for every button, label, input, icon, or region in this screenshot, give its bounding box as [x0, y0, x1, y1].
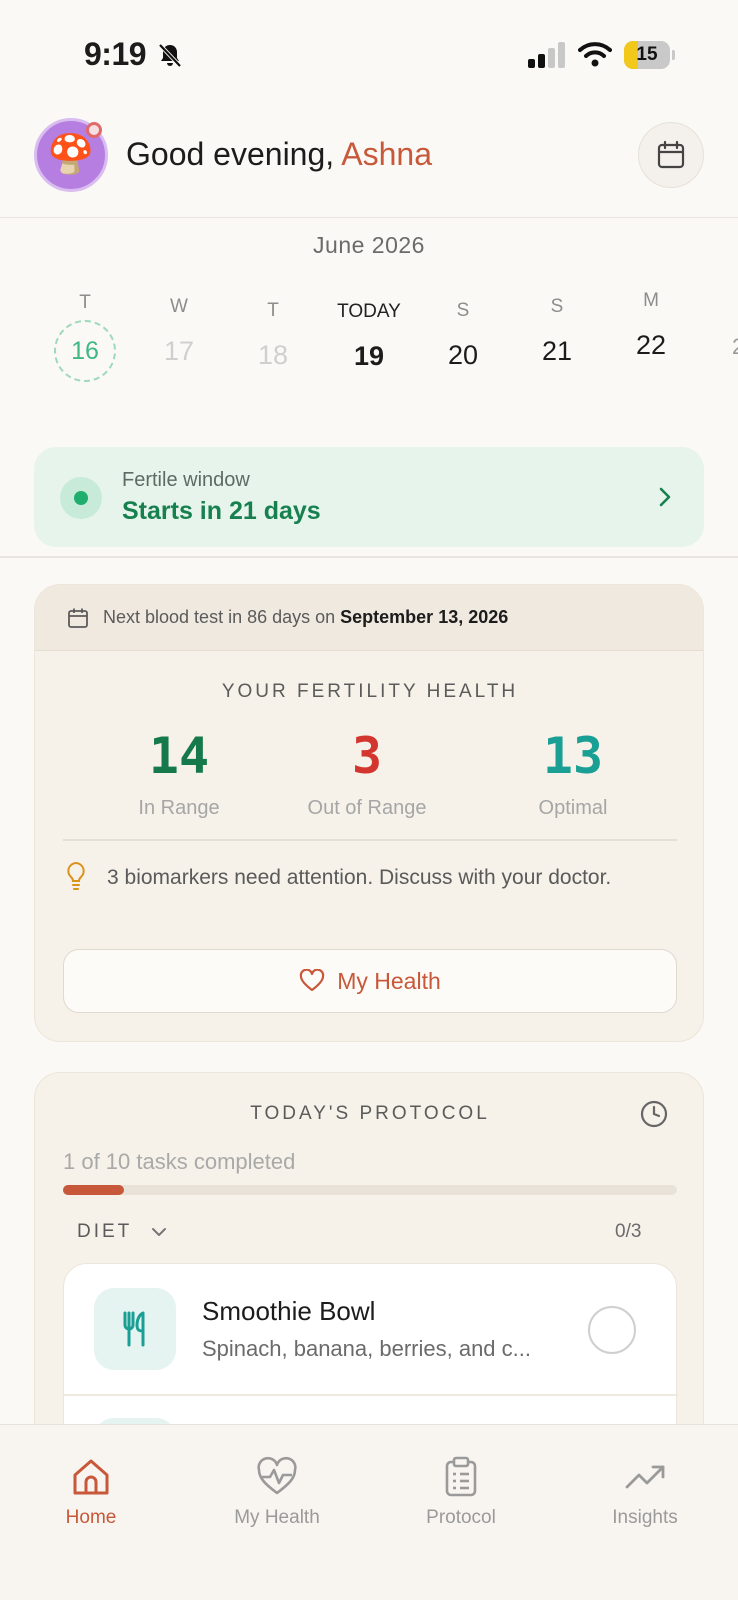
weekday-label: S	[456, 300, 470, 321]
utensils-icon	[94, 1288, 176, 1370]
home-icon	[73, 1459, 109, 1495]
day-number: 18	[257, 340, 289, 370]
fertile-window-value: Starts in 21 days	[122, 497, 321, 525]
clock-icon[interactable]	[639, 1099, 669, 1129]
fertile-window-label: Fertile window	[122, 469, 250, 491]
diet-section-count: 0/3	[615, 1221, 642, 1242]
clipboard-icon	[445, 1456, 477, 1497]
blood-test-date: September 13, 2026	[340, 607, 509, 627]
chevron-down-icon[interactable]	[151, 1225, 167, 1239]
status-bar: 9:19 15	[0, 0, 738, 110]
attention-text: 3 biomarkers need attention. Discuss wit…	[107, 866, 612, 889]
tab-my-health[interactable]: My Health	[202, 1455, 352, 1529]
heart-pulse-icon	[257, 1456, 297, 1495]
my-health-button-label: My Health	[337, 967, 441, 994]
tab-protocol[interactable]: Protocol	[386, 1455, 536, 1529]
lightbulb-icon	[67, 861, 85, 890]
tab-insights[interactable]: Insights	[570, 1455, 720, 1529]
cellular-signal-icon	[528, 42, 565, 68]
trending-up-icon	[625, 1465, 665, 1489]
blood-test-prefix: Next blood test in 86 days on	[103, 607, 341, 627]
tab-bar: Home My Health Protocol Insights	[0, 1424, 738, 1600]
fertile-window-card[interactable]: Fertile window Starts in 21 days	[34, 447, 704, 547]
weekday-label: M	[643, 290, 659, 311]
battery-level: 15	[636, 44, 658, 65]
metric-label: Optimal	[538, 797, 608, 819]
tab-home[interactable]: Home	[16, 1455, 166, 1529]
day-number: 19	[353, 341, 385, 371]
calendar-day-18[interactable]: T 18	[228, 300, 318, 371]
battery-indicator: 15	[624, 41, 676, 69]
divider	[63, 839, 677, 841]
heart-icon	[300, 969, 325, 992]
status-time: 9:19	[84, 36, 147, 72]
blood-test-text: Next blood test in 86 days on September …	[103, 607, 508, 628]
calendar-day-21[interactable]: S 21	[512, 296, 602, 367]
task-title: Smoothie Bowl	[202, 1296, 376, 1326]
weekday-label: S	[550, 296, 564, 317]
metric-value: 13	[542, 727, 604, 785]
metric-out-of-range[interactable]: 3 Out of Range	[267, 727, 467, 820]
bell-slash-icon	[158, 43, 182, 68]
weekday-label: W	[170, 296, 188, 317]
calendar-small-icon	[68, 608, 88, 628]
next-day-edge: 2	[732, 334, 738, 360]
protocol-title: TODAY'S PROTOCOL	[250, 1103, 490, 1124]
divider	[0, 556, 738, 558]
fertility-health-card: Next blood test in 86 days on September …	[34, 584, 704, 1042]
diet-section-toggle[interactable]: DIET	[77, 1221, 132, 1243]
my-health-button[interactable]: My Health	[63, 949, 677, 1013]
tab-label: My Health	[234, 1507, 320, 1528]
month-label: June 2026	[313, 232, 425, 258]
mushroom-avatar-emoji: 🍄	[47, 134, 95, 176]
progress-fill	[63, 1185, 125, 1195]
tasks-completed-text: 1 of 10 tasks completed	[63, 1149, 296, 1174]
prev-day-edge: ·	[0, 334, 1, 360]
header: 🍄 Good evening, Ashna	[0, 110, 738, 218]
tab-label: Insights	[612, 1507, 678, 1528]
calendar-button[interactable]	[638, 122, 704, 188]
calendar-day-17[interactable]: W 17	[134, 296, 224, 367]
calendar-day-16[interactable]: T 16	[40, 292, 130, 382]
user-name: Ashna	[341, 136, 433, 172]
fertility-health-title: YOUR FERTILITY HEALTH	[221, 681, 519, 702]
protocol-progress-bar	[63, 1185, 677, 1195]
calendar-day-20[interactable]: S 20	[418, 300, 508, 371]
greeting: Good evening, Ashna	[126, 136, 432, 173]
day-number: 16	[54, 320, 116, 382]
chevron-right-icon	[659, 487, 671, 507]
metric-label: Out of Range	[307, 797, 427, 819]
divider	[64, 1394, 678, 1396]
weekday-label: T	[79, 292, 91, 313]
day-number: 22	[635, 330, 667, 360]
metric-value: 3	[351, 727, 383, 785]
calendar-day-22[interactable]: M 22	[606, 290, 696, 361]
metric-optimal[interactable]: 13 Optimal	[473, 727, 673, 820]
task-checkbox[interactable]	[588, 1306, 636, 1354]
task-subtitle: Spinach, banana, berries, and c...	[202, 1336, 531, 1361]
notification-dot	[86, 122, 102, 138]
wifi-icon	[578, 42, 612, 67]
day-number: 21	[541, 336, 573, 366]
weekday-label: TODAY	[337, 301, 401, 322]
blood-test-banner: Next blood test in 86 days on September …	[35, 585, 703, 651]
tab-label: Home	[65, 1507, 117, 1528]
fertile-status-dot-icon	[60, 477, 102, 519]
weekday-label: T	[267, 300, 279, 321]
greeting-text: Good evening,	[126, 136, 342, 172]
day-number: 17	[163, 336, 195, 366]
calendar-icon	[657, 140, 685, 169]
metric-value: 14	[148, 727, 210, 785]
tab-label: Protocol	[426, 1507, 496, 1528]
calendar-day-today[interactable]: TODAY 19	[322, 301, 416, 372]
metric-in-range[interactable]: 14 In Range	[79, 727, 279, 820]
metric-label: In Range	[138, 797, 220, 819]
day-number: 20	[447, 340, 479, 370]
